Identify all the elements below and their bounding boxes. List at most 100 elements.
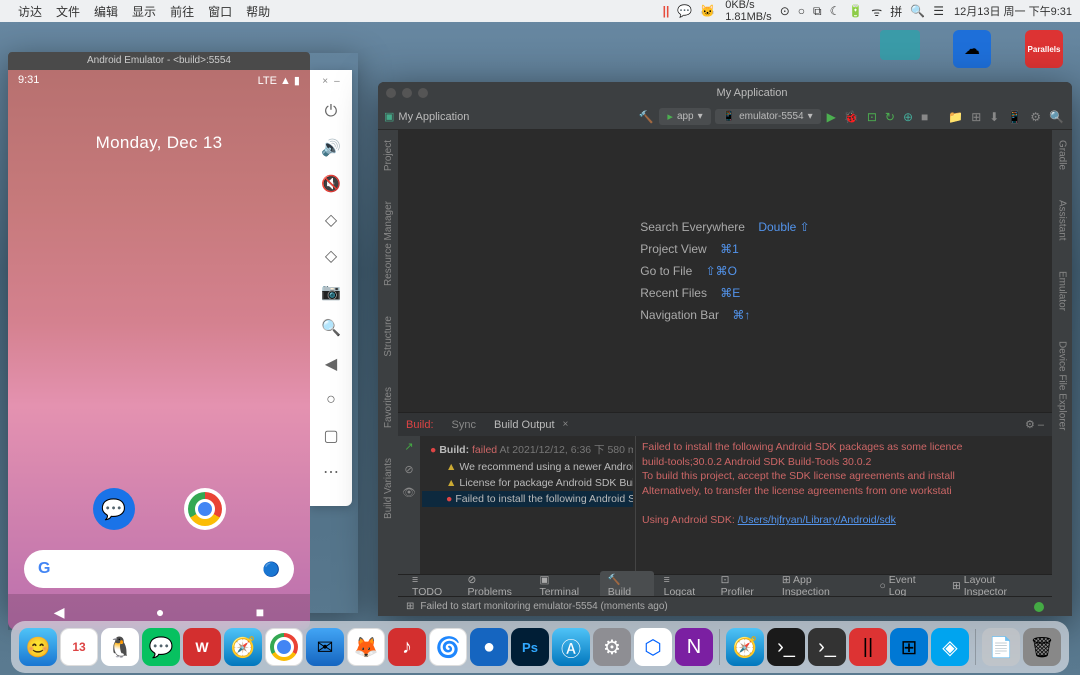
status-cat-icon[interactable]: 🐱 [700,4,715,18]
desktop-app-blue[interactable]: ☁ [946,30,998,70]
status-pause-icon[interactable]: || [663,4,670,18]
sdk-button[interactable]: ⬇ [989,110,999,124]
nav-home[interactable]: ● [156,604,164,620]
desktop-parallels[interactable]: Parallels [1018,30,1070,70]
build-restart-icon[interactable]: ↗ [404,440,413,453]
avd-button[interactable]: ⊞ [971,110,981,124]
project-icon[interactable]: ▣ [384,110,394,123]
status-window-icon[interactable]: ⊞ [406,601,414,612]
dock-wechat[interactable]: 💬 [142,628,180,666]
status-circle2-icon[interactable]: ○ [798,4,805,18]
rotate-right-icon[interactable]: ◇ [320,245,342,267]
google-search-bar[interactable]: G 🔵 [24,550,294,588]
dock-terminal[interactable]: ›_ [767,628,805,666]
hammer-icon[interactable]: 🔨 [638,110,653,124]
dock-chrome[interactable] [265,628,303,666]
dock-trash[interactable]: 🗑 [1023,628,1061,666]
dock-parallels[interactable]: || [849,628,887,666]
build-filter-icon[interactable]: ⊘ [404,463,413,476]
rotate-left-icon[interactable]: ◇ [320,209,342,231]
sync-button[interactable]: 📱 [1007,110,1022,124]
dock-windows[interactable]: ⊞ [890,628,928,666]
build-tree[interactable]: ●Build: failed At 2021/12/12, 6:36 下 580… [420,436,636,574]
dock-wps[interactable]: W [183,628,221,666]
messages-app-icon[interactable]: 💬 [93,488,135,530]
build-tab-output[interactable]: Build Output [494,419,555,431]
status-datetime[interactable]: 12月13日 周一 下午9:31 [954,3,1072,19]
build-eye-icon[interactable]: 👁 [402,486,416,499]
status-indicator-icon[interactable] [1034,602,1044,612]
settings-button[interactable]: ⚙ [1030,110,1041,124]
home-icon[interactable]: ○ [320,389,342,411]
menu-finder[interactable]: 访达 [18,3,42,20]
power-icon[interactable]: ⏻ [320,101,342,123]
dock-dropbox[interactable]: ⬡ [634,628,672,666]
build-tab-close-icon[interactable]: × [563,419,569,430]
tab-structure[interactable]: Structure [383,316,394,357]
dock-app-blue[interactable]: ● [470,628,508,666]
camera-icon[interactable]: 📷 [320,281,342,303]
tab-favorites[interactable]: Favorites [383,387,394,428]
dock-appstore[interactable]: Ⓐ [552,628,590,666]
build-settings-icon[interactable]: ⚙ – [1025,418,1044,431]
nav-recent[interactable]: ■ [256,604,264,620]
emulator-close-icon[interactable]: × [322,76,328,87]
tab-build-variants[interactable]: Build Variants [383,458,394,519]
dock-mail[interactable]: ✉ [306,628,344,666]
breadcrumb[interactable]: My Application [398,111,469,123]
tab-resource-manager[interactable]: Resource Manager [383,201,394,286]
emulator-titlebar[interactable]: Android Emulator - <build>:5554 [8,52,310,70]
menu-help[interactable]: 帮助 [246,3,270,20]
dock-finder[interactable]: 😊 [19,628,57,666]
debug-button[interactable]: 🐞 [844,110,859,124]
git-button[interactable]: 📁 [948,110,963,124]
more-icon[interactable]: ⋯ [320,461,342,483]
run-button[interactable]: ▶ [827,110,836,124]
dock-anydesk[interactable]: ◈ [931,628,969,666]
menu-go[interactable]: 前往 [170,3,194,20]
status-search-icon[interactable]: 🔍 [910,4,925,18]
status-netspeed[interactable]: 0KB/s1.81MB/s [725,0,771,23]
menu-file[interactable]: 文件 [56,3,80,20]
dock-settings[interactable]: ⚙ [593,628,631,666]
tab-project[interactable]: Project [383,140,394,171]
dock-qq[interactable]: 🐧 [101,628,139,666]
status-input-icon[interactable]: 拼 [890,3,902,20]
back-icon[interactable]: ◀ [320,353,342,375]
volume-up-icon[interactable]: 🔊 [320,137,342,159]
dock-document[interactable]: 📄 [982,628,1020,666]
menu-view[interactable]: 显示 [132,3,156,20]
stop-button[interactable]: ■ [921,110,928,124]
status-battery-icon[interactable]: 🔋 [848,4,863,18]
chrome-app-icon[interactable] [184,488,226,530]
status-wechat-icon[interactable]: 💬 [677,4,692,18]
overview-icon[interactable]: ▢ [320,425,342,447]
status-circle1-icon[interactable]: ⊙ [780,4,790,18]
build-tab-build[interactable]: Build: [406,419,434,431]
emulator-screen[interactable]: 9:31 LTE ▲ ▮ Monday, Dec 13 💬 G 🔵 ◀ ● ■ [8,70,310,630]
status-screen-icon[interactable]: ⧉ [813,4,822,19]
dock-onenote[interactable]: N [675,628,713,666]
status-wifi-icon[interactable]: ᯤ [871,3,882,20]
attach-button[interactable]: ⊕ [903,110,913,124]
dock-photoshop[interactable]: Ps [511,628,549,666]
status-moon-icon[interactable]: ☾ [830,4,841,18]
dock-calendar[interactable]: 13 [60,628,98,666]
zoom-icon[interactable]: 🔍 [320,317,342,339]
assistant-icon[interactable]: 🔵 [263,561,280,578]
tab-emulator[interactable]: Emulator [1057,271,1068,311]
menu-edit[interactable]: 编辑 [94,3,118,20]
dock-edge[interactable]: 🌀 [429,628,467,666]
dock-netease[interactable]: ♪ [388,628,426,666]
dock-safari[interactable]: 🧭 [224,628,262,666]
window-controls[interactable] [386,88,428,98]
dock-safari2[interactable]: 🧭 [726,628,764,666]
emulator-minimize-icon[interactable]: – [334,76,340,87]
ide-titlebar[interactable]: My Application [378,82,1072,104]
nav-back[interactable]: ◀ [54,604,65,621]
search-button[interactable]: 🔍 [1049,110,1064,124]
desktop-folder[interactable] [874,30,926,70]
menu-window[interactable]: 窗口 [208,3,232,20]
coverage-button[interactable]: ↻ [885,110,895,124]
sdk-path-link[interactable]: /Users/hjfryan/Library/Android/sdk [738,514,896,526]
